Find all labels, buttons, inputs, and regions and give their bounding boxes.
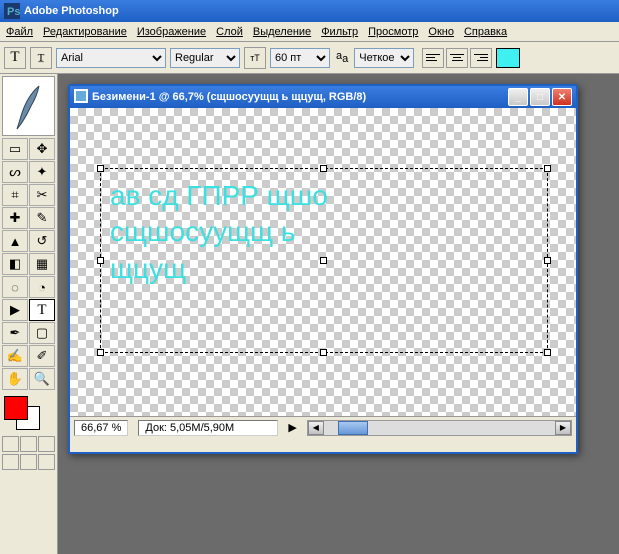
status-bar: 66,67 % Док: 5,05M/5,90M ▶ ◀ ▶ <box>70 416 576 438</box>
text-color-swatch[interactable] <box>496 48 520 68</box>
history-brush-tool[interactable]: ↺ <box>29 230 55 252</box>
eyedropper-tool[interactable]: ✐ <box>29 345 55 367</box>
aa-label: aa <box>336 50 348 65</box>
horizontal-scrollbar[interactable]: ◀ ▶ <box>307 420 572 436</box>
foreground-color[interactable] <box>4 396 28 420</box>
doc-icon <box>74 89 88 106</box>
menu-image[interactable]: Изображение <box>137 26 206 38</box>
shape-tool[interactable]: ▢ <box>29 322 55 344</box>
text-align-group <box>422 48 492 68</box>
scroll-thumb[interactable] <box>338 421 368 435</box>
handle-mid-left[interactable] <box>97 257 104 264</box>
menu-filter[interactable]: Фильтр <box>321 26 358 38</box>
handle-top-right[interactable] <box>544 165 551 172</box>
zoom-level[interactable]: 66,67 % <box>74 420 128 436</box>
close-button[interactable]: ✕ <box>552 88 572 106</box>
move-tool[interactable]: ✥ <box>29 138 55 160</box>
hand-tool[interactable]: ✋ <box>2 368 28 390</box>
status-arrow-icon[interactable]: ▶ <box>288 421 296 434</box>
align-center-button[interactable] <box>446 48 468 68</box>
minimize-button[interactable]: _ <box>508 88 528 106</box>
crop-tool[interactable]: ⌗ <box>2 184 28 206</box>
color-swatches <box>2 394 55 434</box>
tool-grid: ▭ ✥ ᔕ ✦ ⌗ ✂ ✚ ✎ ▲ ↺ ◧ ▦ ◌ ◔ ▶ T ✒ ▢ ✍ ✐ … <box>2 138 55 390</box>
handle-bot-right[interactable] <box>544 349 551 356</box>
canvas-area: Безимени-1 @ 66,7% (сщшосуущщ ь щцущ, RG… <box>58 74 619 554</box>
path-select-tool[interactable]: ▶ <box>2 299 28 321</box>
menu-view[interactable]: Просмотр <box>368 26 418 38</box>
document-titlebar[interactable]: Безимени-1 @ 66,7% (сщшосуущщ ь щцущ, RG… <box>70 86 576 108</box>
handle-bot-mid[interactable] <box>320 349 327 356</box>
maximize-button[interactable]: □ <box>530 88 550 106</box>
blur-tool[interactable]: ◌ <box>2 276 28 298</box>
svg-text:Ps: Ps <box>7 6 20 18</box>
doc-size[interactable]: Док: 5,05M/5,90M <box>138 420 278 436</box>
menu-window[interactable]: Окно <box>428 26 454 38</box>
eraser-tool[interactable]: ◧ <box>2 253 28 275</box>
align-left-button[interactable] <box>422 48 444 68</box>
lasso-tool[interactable]: ᔕ <box>2 161 28 183</box>
options-bar: T T̲ Arial Regular тТ 60 пт aa Четкое <box>0 42 619 74</box>
quickmask-mode[interactable] <box>20 436 37 452</box>
handle-top-mid[interactable] <box>320 165 327 172</box>
scroll-right-arrow[interactable]: ▶ <box>555 421 571 435</box>
text-layer-content[interactable]: ав сд ГПРР щшо сщшосуущщ ь щцущ <box>110 178 328 287</box>
screen-modes <box>2 454 55 470</box>
screen-full-menu[interactable] <box>20 454 37 470</box>
heal-tool[interactable]: ✚ <box>2 207 28 229</box>
document-title: Безимени-1 @ 66,7% (сщшосуущщ ь щцущ, RG… <box>92 91 366 103</box>
font-family-select[interactable]: Arial <box>56 48 166 68</box>
menu-bar: Файл Редактирование Изображение Слой Выд… <box>0 22 619 42</box>
wand-tool[interactable]: ✦ <box>29 161 55 183</box>
menu-file[interactable]: Файл <box>6 26 33 38</box>
standard-mode[interactable] <box>2 436 19 452</box>
app-titlebar: Ps Adobe Photoshop <box>0 0 619 22</box>
orientation-button[interactable]: T̲ <box>30 47 52 69</box>
workspace: ▭ ✥ ᔕ ✦ ⌗ ✂ ✚ ✎ ▲ ↺ ◧ ▦ ◌ ◔ ▶ T ✒ ▢ ✍ ✐ … <box>0 74 619 554</box>
stamp-tool[interactable]: ▲ <box>2 230 28 252</box>
font-size-icon: тТ <box>244 47 266 69</box>
screen-standard[interactable] <box>2 454 19 470</box>
app-title: Adobe Photoshop <box>24 5 119 17</box>
handle-top-left[interactable] <box>97 165 104 172</box>
type-tool-indicator[interactable]: T <box>4 47 26 69</box>
handle-mid-right[interactable] <box>544 257 551 264</box>
document-window: Безимени-1 @ 66,7% (сщшосуущщ ь щцущ, RG… <box>68 84 578 454</box>
toolbox: ▭ ✥ ᔕ ✦ ⌗ ✂ ✚ ✎ ▲ ↺ ◧ ▦ ◌ ◔ ▶ T ✒ ▢ ✍ ✐ … <box>0 74 58 554</box>
dodge-tool[interactable]: ◔ <box>29 276 55 298</box>
slice-tool[interactable]: ✂ <box>29 184 55 206</box>
font-size-select[interactable]: 60 пт <box>270 48 330 68</box>
toolbox-logo <box>2 76 55 136</box>
app-icon: Ps <box>4 3 20 19</box>
zoom-tool[interactable]: 🔍 <box>29 368 55 390</box>
pen-tool[interactable]: ✒ <box>2 322 28 344</box>
handle-bot-left[interactable] <box>97 349 104 356</box>
marquee-tool[interactable]: ▭ <box>2 138 28 160</box>
menu-edit[interactable]: Редактирование <box>43 26 127 38</box>
gradient-tool[interactable]: ▦ <box>29 253 55 275</box>
mode-3[interactable] <box>38 436 55 452</box>
menu-select[interactable]: Выделение <box>253 26 311 38</box>
mask-modes <box>2 436 55 452</box>
antialias-select[interactable]: Четкое <box>354 48 414 68</box>
menu-layer[interactable]: Слой <box>216 26 243 38</box>
scroll-left-arrow[interactable]: ◀ <box>308 421 324 435</box>
canvas[interactable]: ав сд ГПРР щшо сщшосуущщ ь щцущ <box>70 108 576 416</box>
align-right-button[interactable] <box>470 48 492 68</box>
screen-full[interactable] <box>38 454 55 470</box>
brush-tool[interactable]: ✎ <box>29 207 55 229</box>
font-weight-select[interactable]: Regular <box>170 48 240 68</box>
type-tool[interactable]: T <box>29 299 55 321</box>
menu-help[interactable]: Справка <box>464 26 507 38</box>
notes-tool[interactable]: ✍ <box>2 345 28 367</box>
